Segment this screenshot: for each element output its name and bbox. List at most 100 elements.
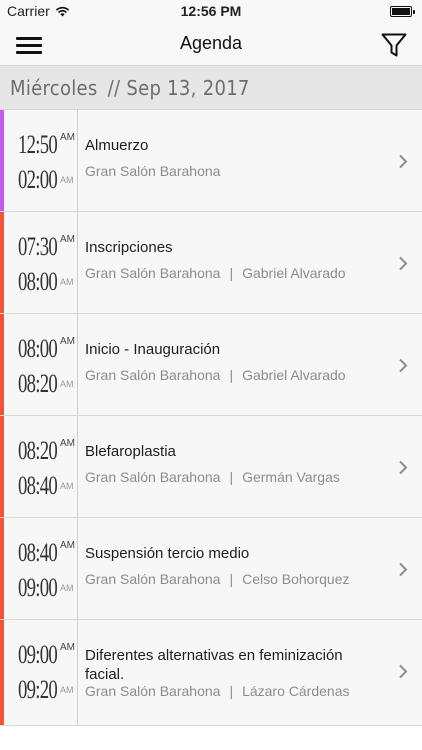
filter-icon	[381, 33, 407, 57]
session-speaker: Celso Bohorquez	[242, 571, 350, 587]
start-ampm: AM	[60, 540, 75, 551]
session-meta: Gran Salón Barahona | Gabriel Alvarado	[85, 265, 346, 281]
session-row[interactable]: 07:30 AM 08:00 AM Inscripciones Gran Salón…	[0, 212, 422, 314]
day-date: Sep 13, 2017	[126, 76, 250, 100]
chevron-right-icon	[399, 154, 408, 169]
end-ampm: AM	[60, 685, 74, 695]
session-end-time: 08:00 AM	[18, 267, 74, 297]
session-content: Diferentes alternativas en feminización …	[85, 620, 382, 725]
session-content: Inicio - Inauguración Gran Salón Barahon…	[85, 314, 382, 415]
meta-divider: |	[229, 469, 234, 485]
session-title: Inicio - Inauguración	[85, 341, 221, 358]
start-time-value: 07:30	[18, 232, 58, 261]
session-meta: Gran Salón Barahona	[85, 163, 220, 179]
start-time-value: 08:00	[18, 334, 58, 363]
chevron-right-icon	[399, 256, 408, 271]
session-speaker: Gabriel Alvarado	[242, 367, 346, 383]
meta-divider: |	[229, 571, 234, 587]
meta-divider: |	[229, 265, 234, 281]
end-ampm: AM	[60, 481, 74, 491]
end-time-value: 08:00	[18, 267, 58, 296]
session-room: Gran Salón Barahona	[85, 571, 221, 587]
end-time-value: 09:00	[18, 573, 58, 602]
status-time: 12:56 PM	[180, 3, 242, 19]
session-speaker: Lázaro Cárdenas	[242, 683, 350, 699]
start-time-value: 08:40	[18, 538, 58, 567]
meta-divider: |	[229, 367, 234, 383]
session-content: Almuerzo Gran Salón Barahona	[85, 110, 382, 211]
start-ampm: AM	[60, 438, 75, 449]
battery-icon	[390, 6, 415, 17]
session-end-time: 09:00 AM	[18, 573, 74, 603]
session-row[interactable]: 08:40 AM 09:00 AM Suspensión tercio medio …	[0, 518, 422, 620]
session-row[interactable]: 12:50 AM 02:00 AM Almuerzo Gran Salón Bara…	[0, 110, 422, 212]
session-row[interactable]: 09:00 AM 09:20 AM Diferentes alternativas …	[0, 620, 422, 726]
session-title: Diferentes alternativas en feminización …	[85, 647, 343, 683]
page-title: Agenda	[179, 33, 243, 53]
session-meta: Gran Salón Barahona | Celso Bohorquez	[85, 571, 349, 587]
session-title: Suspensión tercio medio	[85, 545, 250, 562]
session-start-time: 08:40 AM	[18, 538, 75, 568]
start-time-value: 08:20	[18, 436, 58, 465]
session-title: Inscripciones	[85, 239, 173, 256]
session-start-time: 09:00 AM	[18, 640, 75, 670]
start-ampm: AM	[60, 234, 75, 245]
day-header: Miércoles //Sep 13, 2017	[0, 66, 422, 110]
session-meta: Gran Salón Barahona | Gabriel Alvarado	[85, 367, 346, 383]
end-ampm: AM	[60, 277, 74, 287]
session-row[interactable]: 08:00 AM 08:20 AM Inicio - Inauguración Gr…	[0, 314, 422, 416]
navigation-bar: Agenda	[0, 24, 422, 66]
start-time-value: 12:50	[18, 130, 58, 159]
session-room: Gran Salón Barahona	[85, 265, 221, 281]
session-title: Blefaroplastia	[85, 443, 176, 460]
filter-button[interactable]	[380, 31, 408, 59]
start-ampm: AM	[60, 132, 75, 143]
day-name: Miércoles	[10, 76, 98, 100]
session-room: Gran Salón Barahona	[85, 163, 221, 179]
end-time-value: 08:40	[18, 471, 58, 500]
session-end-time: 09:20 AM	[18, 675, 74, 705]
session-end-time: 08:40 AM	[18, 471, 74, 501]
session-content: Suspensión tercio medio Gran Salón Barah…	[85, 518, 382, 619]
session-times: 08:40 AM 09:00 AM	[4, 518, 78, 619]
session-start-time: 08:20 AM	[18, 436, 75, 466]
session-title: Almuerzo	[85, 137, 149, 154]
end-time-value: 02:00	[18, 165, 58, 194]
session-meta: Gran Salón Barahona | Germán Vargas	[85, 469, 340, 485]
session-room: Gran Salón Barahona	[85, 469, 221, 485]
session-content: Inscripciones Gran Salón Barahona | Gabrie…	[85, 212, 382, 313]
start-time-value: 09:00	[18, 640, 58, 669]
chevron-right-icon	[399, 358, 408, 373]
session-speaker: Gabriel Alvarado	[242, 265, 346, 281]
session-times: 12:50 AM 02:00 AM	[4, 110, 78, 211]
session-times: 08:00 AM 08:20 AM	[4, 314, 78, 415]
session-row[interactable]: 08:20 AM 08:40 AM Blefaroplastia Gran Saló…	[0, 416, 422, 518]
end-ampm: AM	[60, 175, 74, 185]
status-bar: Carrier 12:56 PM	[0, 0, 422, 24]
session-times: 09:00 AM 09:20 AM	[4, 620, 78, 725]
session-speaker: Germán Vargas	[242, 469, 340, 485]
session-meta: Gran Salón Barahona | Lázaro Cárdenas	[85, 683, 349, 699]
day-separator: //	[107, 76, 121, 100]
session-start-time: 12:50 AM	[18, 130, 75, 160]
end-time-value: 08:20	[18, 369, 58, 398]
start-ampm: AM	[60, 642, 75, 653]
session-content: Blefaroplastia Gran Salón Barahona | Germá…	[85, 416, 382, 517]
session-times: 07:30 AM 08:00 AM	[4, 212, 78, 313]
session-list: 12:50 AM 02:00 AM Almuerzo Gran Salón Bara…	[0, 110, 422, 726]
session-end-time: 08:20 AM	[18, 369, 74, 399]
session-room: Gran Salón Barahona	[85, 683, 221, 699]
end-ampm: AM	[60, 583, 74, 593]
session-start-time: 08:00 AM	[18, 334, 75, 364]
chevron-right-icon	[399, 460, 408, 475]
meta-divider: |	[229, 683, 234, 699]
session-start-time: 07:30 AM	[18, 232, 75, 262]
chevron-right-icon	[399, 664, 408, 679]
session-room: Gran Salón Barahona	[85, 367, 221, 383]
session-times: 08:20 AM 08:40 AM	[4, 416, 78, 517]
session-end-time: 02:00 AM	[18, 165, 74, 195]
chevron-right-icon	[399, 562, 408, 577]
end-time-value: 09:20	[18, 675, 58, 704]
start-ampm: AM	[60, 336, 75, 347]
end-ampm: AM	[60, 379, 74, 389]
